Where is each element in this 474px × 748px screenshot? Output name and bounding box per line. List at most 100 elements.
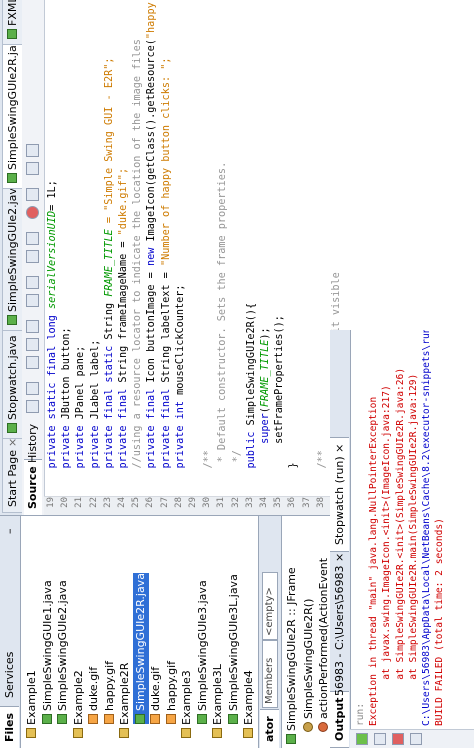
code-line[interactable]: /** xyxy=(316,450,330,493)
settings-icon[interactable] xyxy=(410,733,422,745)
java-file-icon xyxy=(7,173,17,183)
navigator-empty-combo[interactable]: <empty> xyxy=(262,572,278,640)
line-number: 25 xyxy=(131,497,142,508)
tree-item-package[interactable]: Example4 xyxy=(241,670,257,738)
tab-stopwatch[interactable]: Stopwatch.java× xyxy=(2,317,22,439)
java-file-icon xyxy=(7,315,17,325)
code-token: /** xyxy=(316,450,328,493)
code-token: ImageIcon(getClass().getResource( xyxy=(146,39,158,242)
code-line[interactable]: super(FRAME_TITLE); xyxy=(259,327,273,493)
comment-icon[interactable] xyxy=(26,162,39,175)
code-line[interactable]: setFrameProperties(); xyxy=(273,315,287,493)
code-token: private xyxy=(61,419,73,493)
code-line[interactable]: */ xyxy=(231,450,245,493)
close-icon[interactable]: × xyxy=(333,444,346,453)
rerun-with-options-icon[interactable] xyxy=(374,733,386,745)
stop-icon[interactable] xyxy=(392,733,404,745)
code-line[interactable]: //using a resource locator to indicate t… xyxy=(131,39,145,493)
close-icon[interactable]: × xyxy=(333,553,346,562)
code-token: FRAME_TITLE xyxy=(260,339,271,408)
tab-navigator[interactable]: ator xyxy=(260,709,279,748)
tab-files[interactable]: Files xyxy=(0,705,19,748)
java-file-icon xyxy=(7,29,17,39)
constructor-icon xyxy=(303,722,313,732)
tree-item-image[interactable]: duke.gif xyxy=(86,667,102,724)
code-line[interactable]: private final String labelText = "Number… xyxy=(160,58,174,494)
tree-item-java-file[interactable]: SimpleSwingGUIe2.java xyxy=(55,580,71,724)
code-token: private final xyxy=(118,382,129,493)
package-icon xyxy=(181,728,191,738)
code-line[interactable]: public SimpleSwingGUIe2R(){ xyxy=(245,303,259,493)
code-token: private final xyxy=(146,382,158,493)
tree-item-java-file[interactable]: SimpleSwingGUIe1.java xyxy=(40,580,56,724)
navigator-header: ator Members <empty> xyxy=(258,516,282,748)
previous-occurrence-icon[interactable] xyxy=(26,338,39,351)
line-number: 38 xyxy=(315,497,326,508)
rerun-icon[interactable] xyxy=(356,733,368,745)
tree-item-image[interactable]: happy.gif xyxy=(102,661,118,724)
back-icon[interactable] xyxy=(26,400,39,413)
tree-item-package[interactable]: Example1 xyxy=(24,670,40,738)
code-token: serialVersionUID xyxy=(47,210,58,309)
tab-fxmlcssbutton[interactable]: FXMLCSSButton.java xyxy=(2,0,22,45)
tree-item-java-file[interactable]: SimpleSwingGUIe2R.java xyxy=(132,573,149,724)
next-occurrence-icon[interactable] xyxy=(26,320,39,333)
forward-icon[interactable] xyxy=(26,382,39,395)
code-token: * Default constructor. Sets the frame pr… xyxy=(217,161,229,493)
code-token: private final static xyxy=(103,339,115,493)
code-line[interactable]: private JButton button; xyxy=(60,327,74,493)
history-view-button[interactable]: History xyxy=(24,418,42,469)
start-macro-icon[interactable] xyxy=(26,188,39,201)
code-token: /** xyxy=(203,450,215,493)
tab-stopwatch-run[interactable]: Stopwatch (run) × xyxy=(330,436,349,552)
line-number: 20 xyxy=(60,497,71,508)
code-line[interactable]: /** xyxy=(202,450,216,493)
navigator-filter-combo[interactable]: Members xyxy=(262,640,278,708)
code-line[interactable]: private static final long serialVersionU… xyxy=(46,180,60,493)
code-line[interactable]: * Default constructor. Sets the frame pr… xyxy=(216,162,230,493)
code-line[interactable]: } xyxy=(287,462,301,493)
code-token: FRAME_TITLE xyxy=(103,229,115,297)
minimize-panel-button[interactable]: – xyxy=(0,523,19,541)
code-line[interactable]: private final static String FRAME_TITLE … xyxy=(103,58,117,494)
close-icon[interactable]: × xyxy=(6,438,19,447)
code-line[interactable]: private final Icon buttonImage = new Ima… xyxy=(145,0,159,493)
tab-start-page[interactable]: Start Page× xyxy=(2,431,22,513)
tree-item-package[interactable]: Example2R xyxy=(117,663,133,738)
tree-item-java-file[interactable]: SimpleSwingGUIe3L.java xyxy=(226,574,242,724)
line-number: 35 xyxy=(273,497,284,508)
tab-user-terminal[interactable]: 56983 - C:\Users\56983 × xyxy=(330,547,349,702)
java-file-icon xyxy=(57,714,67,724)
code-token: new xyxy=(146,241,158,267)
stop-macro-icon[interactable] xyxy=(26,206,39,219)
code-token: private final xyxy=(160,382,172,493)
tab-services[interactable]: Services xyxy=(0,646,19,704)
package-icon xyxy=(119,728,129,738)
shift-left-icon[interactable] xyxy=(26,250,39,263)
uncomment-icon[interactable] xyxy=(26,144,39,157)
bookmark-icon[interactable] xyxy=(26,276,39,289)
toggle-highlight-icon[interactable] xyxy=(26,294,39,307)
code-line[interactable]: private JPanel pane; xyxy=(74,346,88,493)
tree-item-package[interactable]: Example3 xyxy=(179,670,195,738)
output-console[interactable]: run: Exception in thread "main" java.lang… xyxy=(354,330,474,726)
tree-item-package[interactable]: Example2 xyxy=(71,670,87,738)
code-token: JPanel pane; xyxy=(75,345,87,420)
line-number: 34 xyxy=(259,497,269,508)
code-line[interactable]: private JLabel label; xyxy=(89,340,103,493)
code-line[interactable]: private final String frameImageName = "d… xyxy=(117,168,131,493)
line-number: 33 xyxy=(244,497,255,508)
output-line: at javax.swing.ImageIcon.<init>(ImageIco… xyxy=(381,385,393,726)
navigator-class-header: SimpleSwingGUIe2R :: JFrame xyxy=(284,567,300,744)
navigator-member[interactable]: SimpleSwingGUIe2R() xyxy=(301,599,317,732)
tree-item-image[interactable]: duke.gif xyxy=(148,667,164,724)
shift-right-icon[interactable] xyxy=(26,232,39,245)
code-token: private xyxy=(75,419,87,493)
tree-item-java-file[interactable]: SimpleSwingGUIe3.java xyxy=(195,580,211,724)
tree-item-package[interactable]: Example3L xyxy=(210,664,226,738)
output-line[interactable]: C:\Users\56983\AppData\Local\NetBeans\Ca… xyxy=(420,330,433,726)
code-line[interactable]: private int mouseClickCounter; xyxy=(174,284,188,493)
line-number: 21 xyxy=(74,497,85,508)
find-icon[interactable] xyxy=(26,356,39,369)
tree-item-image[interactable]: happy.gif xyxy=(164,661,180,724)
